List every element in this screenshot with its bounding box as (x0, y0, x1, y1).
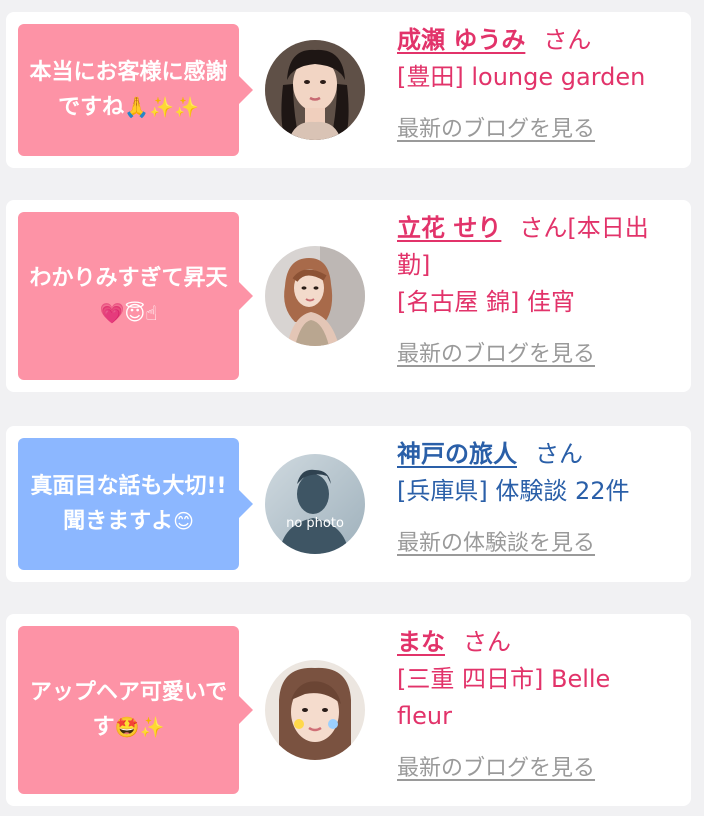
honorific: さん (543, 26, 592, 54)
comment-emoji: 😊 (173, 508, 194, 533)
honorific: さん[本日出 (519, 214, 649, 242)
review-count: [兵庫県] 体験談 22件 (397, 477, 630, 505)
girl-name-link[interactable]: まな (397, 628, 445, 656)
comment-emoji: 🙏✨✨ (124, 94, 199, 119)
profile-info: 立花 せり さん[本日出 勤] [名古屋 錦] 佳宵 最新のブログを見る (397, 210, 687, 368)
comment-emoji: 💗😇☝ (99, 300, 158, 325)
avatar[interactable] (265, 40, 365, 140)
diary-card: 真面目な話も大切!!聞きますよ😊 no photo 神戸の旅人 さん [兵庫県] … (6, 426, 691, 582)
comment-bubble: アップヘア可愛いです🤩✨ (18, 626, 253, 794)
diary-card: 本当にお客様に感謝ですね🙏✨✨ 成瀬 ゆうみ さん [豊田] lounge gar… (6, 12, 691, 168)
comment-bubble: 本当にお客様に感謝ですね🙏✨✨ (18, 24, 253, 156)
latest-blog-link[interactable]: 最新のブログを見る (397, 111, 687, 143)
girl-name-link[interactable]: 立花 せり (397, 214, 501, 242)
honorific-continued: 勤] (397, 251, 431, 279)
avatar[interactable] (265, 246, 365, 346)
profile-info: まな さん [三重 四日市] Belle fleur 最新のブログを見る (397, 624, 687, 782)
avatar[interactable] (265, 660, 365, 760)
shop-name: [名古屋 錦] 佳宵 (397, 288, 575, 316)
profile-info: 神戸の旅人 さん [兵庫県] 体験談 22件 最新の体験談を見る (397, 436, 687, 557)
comment-bubble: 真面目な話も大切!!聞きますよ😊 (18, 438, 253, 570)
diary-card: わかりみすぎて昇天 💗😇☝ 立花 せり さん[本日出 勤] [名古屋 錦] 佳宵 最… (6, 200, 691, 392)
comment-bubble: わかりみすぎて昇天 💗😇☝ (18, 212, 253, 380)
latest-blog-link[interactable]: 最新のブログを見る (397, 750, 687, 782)
no-photo-label: no photo (286, 516, 344, 531)
honorific: さん (535, 440, 583, 468)
diary-card: アップヘア可愛いです🤩✨ まな さん [三重 四日市] Belle fleur 最… (6, 614, 691, 806)
avatar-no-photo[interactable]: no photo (265, 454, 365, 554)
shop-name: [豊田] lounge garden (397, 63, 646, 91)
profile-info: 成瀬 ゆうみ さん [豊田] lounge garden 最新のブログを見る (397, 22, 687, 143)
comment-text: わかりみすぎて昇天 (29, 265, 228, 291)
girl-name-link[interactable]: 成瀬 ゆうみ (397, 26, 525, 54)
latest-review-link[interactable]: 最新の体験談を見る (397, 525, 687, 557)
comment-text: 真面目な話も大切!!聞きますよ (30, 473, 227, 534)
honorific: さん (463, 628, 511, 656)
comment-emoji: 🤩✨ (114, 714, 165, 739)
reviewer-name-link[interactable]: 神戸の旅人 (397, 440, 517, 468)
shop-name-continued: fleur (397, 702, 452, 730)
latest-blog-link[interactable]: 最新のブログを見る (397, 336, 687, 368)
shop-name: [三重 四日市] Belle (397, 665, 611, 693)
